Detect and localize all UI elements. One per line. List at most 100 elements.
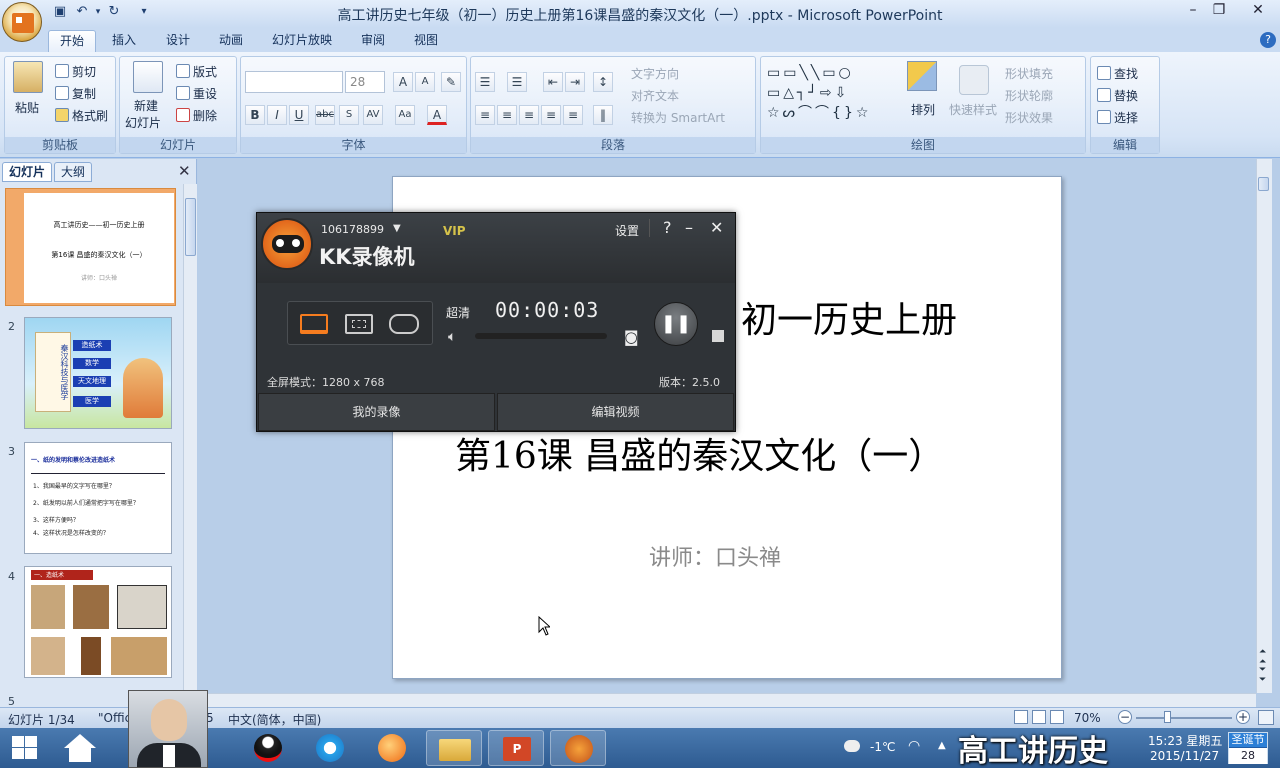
shrink-font-icon[interactable]: A bbox=[415, 72, 435, 92]
slideshow-view-icon[interactable] bbox=[1050, 710, 1064, 724]
cut-button[interactable]: 剪切 bbox=[55, 63, 96, 80]
weather-temp[interactable]: -1℃ bbox=[870, 740, 895, 754]
select-button[interactable]: 选择 bbox=[1097, 109, 1138, 126]
slide-thumbnail-4[interactable]: 一、造纸术 bbox=[24, 566, 172, 678]
replace-button[interactable]: 替换 bbox=[1097, 87, 1138, 104]
zoom-out-icon[interactable]: − bbox=[1118, 710, 1132, 724]
close-button[interactable]: ✕ bbox=[1236, 0, 1280, 22]
main-scrollbar[interactable]: ⏶ ⏶ ⏷ ⏷ bbox=[1256, 159, 1272, 693]
tab-home[interactable]: 开始 bbox=[48, 30, 97, 52]
next-slide-icon[interactable]: ⏷ ⏷ bbox=[1259, 665, 1266, 685]
align-right-icon[interactable]: ≡ bbox=[519, 105, 539, 125]
save-icon[interactable]: ▣ bbox=[52, 4, 68, 20]
zoom-level[interactable]: 70% bbox=[1074, 711, 1101, 725]
main-hscrollbar[interactable] bbox=[198, 693, 1256, 707]
qq-icon[interactable] bbox=[240, 730, 296, 766]
kk-my-recordings-button[interactable]: 我的录像 bbox=[258, 393, 495, 431]
change-case-icon[interactable]: Aa bbox=[395, 105, 415, 125]
normal-view-icon[interactable] bbox=[1014, 710, 1028, 724]
pane-close-icon[interactable]: ✕ bbox=[178, 164, 191, 179]
prev-slide-icon[interactable]: ⏶ ⏶ bbox=[1259, 647, 1266, 667]
kk-screenshot-icon[interactable]: ◙ bbox=[624, 328, 639, 346]
clear-format-icon[interactable]: ✎ bbox=[441, 72, 461, 92]
quick-styles-icon[interactable] bbox=[959, 65, 989, 95]
app-orange-icon[interactable] bbox=[364, 730, 420, 766]
shape-fill-button[interactable]: 形状填充 bbox=[1005, 65, 1053, 82]
slide-thumbnail-3[interactable]: 一、纸的发明和蔡伦改进造纸术 1、我国最早的文字写在哪里？ 2、纸发明以前人们通… bbox=[24, 442, 172, 554]
justify-icon[interactable]: ≡ bbox=[541, 105, 561, 125]
decrease-indent-icon[interactable]: ⇤ bbox=[543, 72, 563, 92]
delete-button[interactable]: 删除 bbox=[176, 107, 217, 124]
slide-title[interactable]: 初一历史上册 bbox=[741, 291, 957, 343]
grow-font-icon[interactable]: A bbox=[393, 72, 413, 92]
zoom-in-icon[interactable]: + bbox=[1236, 710, 1250, 724]
kk-settings-button[interactable]: 设置 bbox=[615, 222, 639, 239]
font-color-icon[interactable]: A bbox=[427, 105, 447, 125]
tab-design[interactable]: 设计 bbox=[155, 30, 201, 52]
shadow-icon[interactable]: S bbox=[339, 105, 359, 125]
strikethrough-icon[interactable]: abc bbox=[315, 105, 335, 125]
kk-close-icon[interactable]: ✕ bbox=[710, 218, 723, 237]
tab-insert[interactable]: 插入 bbox=[101, 30, 147, 52]
tray-expand-icon[interactable]: ▲ bbox=[938, 740, 946, 751]
distributed-icon[interactable]: ≡ bbox=[563, 105, 583, 125]
text-direction-button[interactable]: 文字方向 bbox=[631, 65, 679, 82]
font-size-field[interactable]: 28 bbox=[345, 71, 385, 93]
powerpoint-taskbar-icon[interactable]: P bbox=[488, 730, 544, 766]
kk-game-mode-icon[interactable] bbox=[389, 314, 419, 334]
help-icon[interactable]: ? bbox=[1260, 32, 1276, 48]
explorer-icon[interactable] bbox=[426, 730, 482, 766]
slide-sorter-icon[interactable] bbox=[1032, 710, 1046, 724]
kk-stop-button[interactable] bbox=[712, 330, 724, 342]
increase-indent-icon[interactable]: ⇥ bbox=[565, 72, 585, 92]
smartart-button[interactable]: 转换为 SmartArt bbox=[631, 109, 725, 126]
reset-button[interactable]: 重设 bbox=[176, 85, 217, 102]
shape-outline-button[interactable]: 形状轮廓 bbox=[1005, 87, 1053, 104]
slide-lecturer[interactable]: 讲师：口头禅 bbox=[649, 540, 781, 572]
kk-region-mode-icon[interactable] bbox=[345, 314, 373, 334]
undo-dropdown-icon[interactable]: ▾ bbox=[90, 4, 106, 20]
fit-to-window-icon[interactable] bbox=[1258, 710, 1274, 725]
tab-slideshow[interactable]: 幻灯片放映 bbox=[261, 30, 343, 52]
tab-animations[interactable]: 动画 bbox=[208, 30, 254, 52]
new-slide-icon[interactable] bbox=[133, 61, 163, 93]
bullets-icon[interactable]: ☰ bbox=[475, 72, 495, 92]
format-painter-button[interactable]: 格式刷 bbox=[55, 107, 108, 124]
paste-icon[interactable] bbox=[13, 61, 43, 93]
new-slide-label[interactable]: 新建 bbox=[134, 97, 158, 114]
shape-effects-button[interactable]: 形状效果 bbox=[1005, 109, 1053, 126]
start-button[interactable] bbox=[12, 736, 38, 760]
zoom-slider-thumb[interactable] bbox=[1164, 711, 1171, 723]
arrange-button[interactable]: 排列 bbox=[911, 101, 935, 118]
align-left-icon[interactable]: ≡ bbox=[475, 105, 495, 125]
kk-minimize-icon[interactable]: – bbox=[685, 218, 693, 237]
slide-thumbnail-2[interactable]: 秦汉科技与医学 造纸术 数学 天文地理 医学 bbox=[24, 317, 172, 429]
zoom-slider[interactable] bbox=[1136, 717, 1232, 719]
quick-styles-button[interactable]: 快速样式 bbox=[949, 101, 997, 118]
tab-view[interactable]: 视图 bbox=[403, 30, 449, 52]
kk-volume-icon[interactable]: 🔈︎ bbox=[448, 329, 456, 345]
copy-button[interactable]: 复制 bbox=[55, 85, 96, 102]
tab-review[interactable]: 审阅 bbox=[350, 30, 396, 52]
tab-slides[interactable]: 幻灯片 bbox=[2, 162, 53, 182]
align-text-button[interactable]: 对齐文本 bbox=[631, 87, 679, 104]
kk-recorder-taskbar-icon[interactable] bbox=[550, 730, 606, 766]
paste-button[interactable]: 粘贴 bbox=[15, 99, 39, 116]
undo-icon[interactable]: ↶ bbox=[74, 4, 90, 20]
slide-thumbnail-1[interactable]: 高工讲历史——初一历史上册 第16课 昌盛的秦汉文化（一） 讲师：口头禅 bbox=[5, 188, 176, 306]
layout-button[interactable]: 版式 bbox=[176, 63, 217, 80]
find-button[interactable]: 查找 bbox=[1097, 65, 1138, 82]
calendar-widget[interactable]: 圣诞节 28 bbox=[1228, 732, 1268, 764]
numbering-icon[interactable]: ☰ bbox=[507, 72, 527, 92]
shapes-gallery[interactable]: ▭▭╲╲▭○ ▭△┐┘⇨⇩ ☆ᔕ⌒⌒{}☆ bbox=[767, 63, 885, 123]
arrange-icon[interactable] bbox=[907, 61, 937, 91]
font-name-field[interactable] bbox=[245, 71, 343, 93]
wifi-icon[interactable]: ◠ bbox=[908, 738, 920, 754]
kk-edit-video-button[interactable]: 编辑视频 bbox=[497, 393, 734, 431]
char-spacing-icon[interactable]: AV bbox=[363, 105, 383, 125]
home-icon[interactable] bbox=[64, 734, 96, 762]
underline-icon[interactable]: U bbox=[289, 105, 309, 125]
kk-user-dropdown-icon[interactable]: ▼ bbox=[393, 223, 401, 234]
kk-fullscreen-mode-icon[interactable] bbox=[300, 314, 328, 334]
office-button[interactable] bbox=[2, 2, 42, 42]
